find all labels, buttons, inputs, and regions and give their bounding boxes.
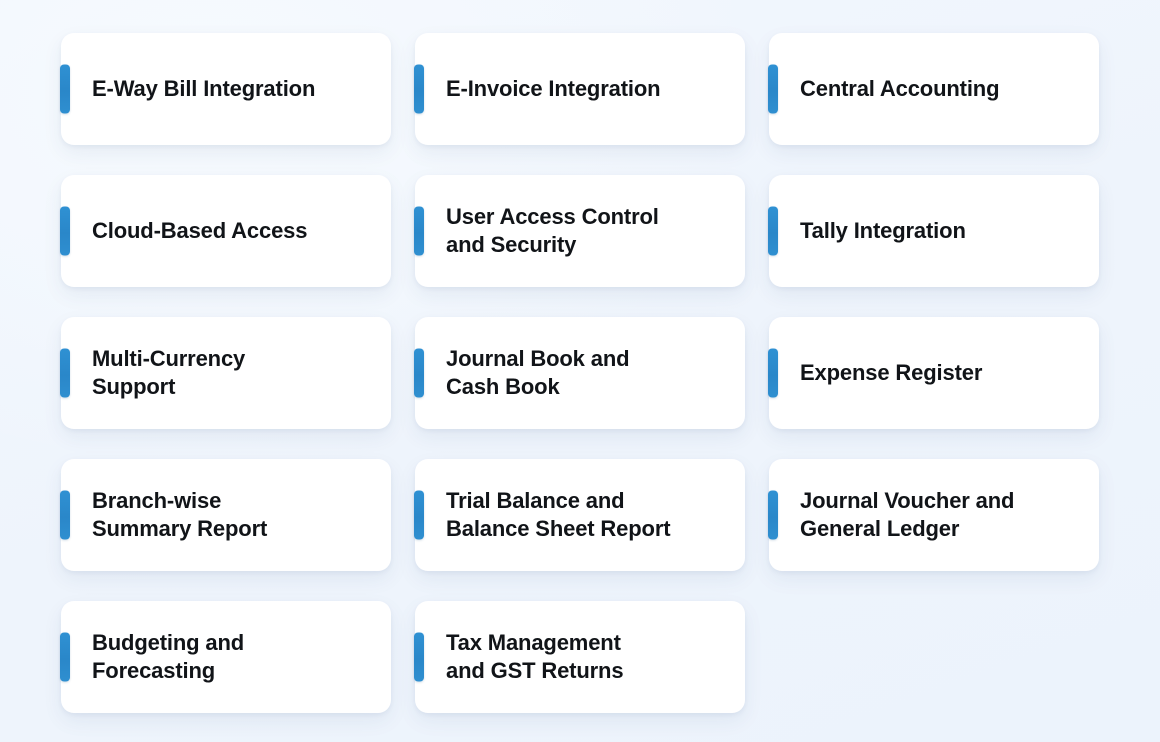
feature-card[interactable]: Multi-Currency Support — [60, 317, 391, 429]
feature-card[interactable]: Journal Book and Cash Book — [414, 317, 745, 429]
accent-bar-icon — [768, 348, 778, 398]
accent-bar-icon — [768, 206, 778, 256]
feature-card-label: Multi-Currency Support — [92, 345, 246, 399]
feature-card-label: Branch-wise Summary Report — [92, 487, 268, 541]
feature-card[interactable]: E-Invoice Integration — [414, 33, 745, 145]
feature-card-label: Central Accounting — [800, 75, 1000, 101]
feature-card[interactable]: Tally Integration — [768, 175, 1099, 287]
feature-card-label: Journal Book and Cash Book — [446, 345, 630, 399]
feature-card[interactable]: Budgeting and Forecasting — [60, 601, 391, 713]
feature-card-label: Budgeting and Forecasting — [92, 629, 245, 683]
accent-bar-icon — [768, 490, 778, 540]
feature-card[interactable]: Cloud-Based Access — [60, 175, 391, 287]
accent-bar-icon — [414, 64, 424, 114]
accent-bar-icon — [414, 348, 424, 398]
accent-bar-icon — [60, 64, 70, 114]
feature-card[interactable]: Journal Voucher and General Ledger — [768, 459, 1099, 571]
feature-card-label: Journal Voucher and General Ledger — [800, 487, 1015, 541]
feature-card-label: Cloud-Based Access — [92, 217, 308, 243]
feature-card-label: E-Invoice Integration — [446, 75, 661, 101]
accent-bar-icon — [60, 348, 70, 398]
feature-card[interactable]: Central Accounting — [768, 33, 1099, 145]
accent-bar-icon — [768, 64, 778, 114]
feature-card[interactable]: E-Way Bill Integration — [60, 33, 391, 145]
accent-bar-icon — [60, 632, 70, 682]
feature-card-placeholder — [769, 601, 1099, 713]
feature-card[interactable]: User Access Control and Security — [414, 175, 745, 287]
feature-card[interactable]: Branch-wise Summary Report — [60, 459, 391, 571]
accent-bar-icon — [60, 206, 70, 256]
feature-card-label: User Access Control and Security — [446, 203, 659, 257]
feature-card[interactable]: Trial Balance and Balance Sheet Report — [414, 459, 745, 571]
feature-card[interactable]: Tax Management and GST Returns — [414, 601, 745, 713]
feature-card-label: Tax Management and GST Returns — [446, 629, 624, 683]
accent-bar-icon — [414, 206, 424, 256]
feature-card-label: Tally Integration — [800, 217, 966, 243]
feature-card-label: E-Way Bill Integration — [92, 75, 316, 101]
feature-card-label: Expense Register — [800, 359, 983, 385]
feature-card-grid: E-Way Bill Integration E-Invoice Integrat… — [60, 33, 1099, 713]
feature-card-label: Trial Balance and Balance Sheet Report — [446, 487, 671, 541]
accent-bar-icon — [414, 490, 424, 540]
feature-card[interactable]: Expense Register — [768, 317, 1099, 429]
accent-bar-icon — [414, 632, 424, 682]
accent-bar-icon — [60, 490, 70, 540]
